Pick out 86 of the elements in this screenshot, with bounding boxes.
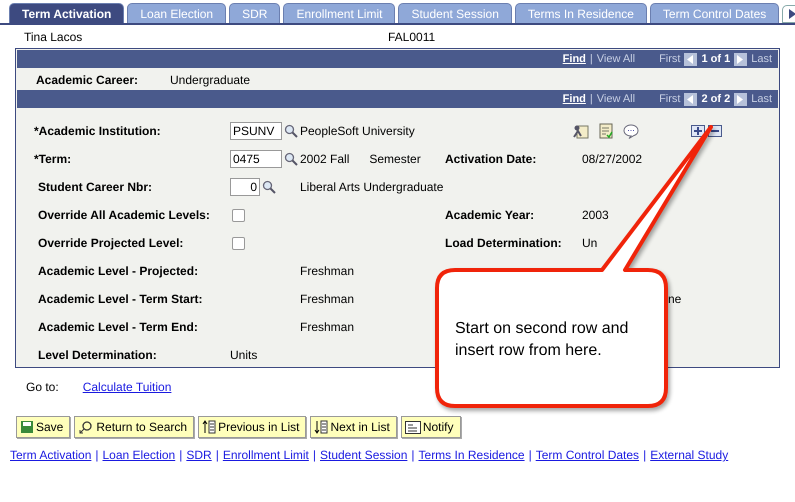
- field-label: Override All Academic Levels:: [37, 208, 211, 222]
- lookup-field[interactable]: 0475: [230, 150, 282, 168]
- field-value: Undergraduate: [170, 73, 250, 85]
- field-value: Units: [230, 348, 258, 362]
- footer-link[interactable]: External Study: [650, 448, 728, 462]
- field-label: Academic Level - Term End:: [37, 320, 199, 334]
- previous-icon[interactable]: [684, 92, 698, 106]
- toolbar-button[interactable]: Previous in List: [198, 416, 306, 438]
- footer-link[interactable]: Enrollment Limit: [222, 448, 309, 462]
- search-icon[interactable]: [284, 124, 298, 138]
- field-label: Academic Career:: [36, 73, 140, 85]
- field-label: Academic Level - Projected:: [37, 264, 200, 278]
- right-arrow-icon: [787, 8, 795, 20]
- field-label: Academic Year:: [445, 208, 536, 222]
- field-description: Freshman: [300, 292, 354, 306]
- student-id: FAL0011: [388, 30, 436, 44]
- goto-label: Go to:: [26, 380, 59, 394]
- footer-link[interactable]: Terms In Residence: [418, 448, 525, 462]
- add-row-button[interactable]: [691, 125, 705, 137]
- callout-text: Start on second row and insert row from here.: [455, 319, 630, 361]
- field-description: Freshman: [300, 264, 354, 278]
- field-label: Student Career Nbr:: [37, 180, 154, 194]
- field-label: Activation Date:: [445, 152, 538, 166]
- last-link[interactable]: Last: [751, 93, 772, 105]
- down-arrow-list-icon: [314, 420, 328, 434]
- plus-icon: [693, 126, 703, 136]
- search-icon[interactable]: [262, 180, 276, 194]
- link-separator: |: [411, 448, 415, 462]
- next-icon[interactable]: [734, 92, 748, 106]
- last-link[interactable]: Last: [751, 53, 772, 65]
- speech-bubble-icon[interactable]: [623, 124, 639, 138]
- footer-link[interactable]: Term Control Dates: [536, 448, 640, 462]
- checklist-icon[interactable]: [599, 123, 613, 139]
- field-description: 2002 Fall: [300, 152, 350, 166]
- checkbox[interactable]: [232, 208, 245, 222]
- toolbar-button[interactable]: Notify: [400, 416, 460, 438]
- checkbox[interactable]: [232, 236, 245, 250]
- toolbar-button[interactable]: Next in List: [310, 416, 397, 438]
- view-all-link[interactable]: View All: [596, 93, 636, 105]
- link-separator: |: [216, 448, 219, 462]
- tab[interactable]: Term Activation: [9, 3, 124, 23]
- field-label: *Academic Institution:: [34, 124, 162, 138]
- link-separator: |: [312, 448, 316, 462]
- field-value: 08/27/2002: [582, 152, 644, 166]
- first-link[interactable]: First: [659, 53, 680, 65]
- first-link[interactable]: First: [659, 93, 680, 105]
- calculate-tuition-link[interactable]: Calculate Tuition: [82, 380, 172, 394]
- link-separator: |: [95, 448, 98, 462]
- link-separator: |: [590, 93, 593, 105]
- field-value: Un: [582, 236, 598, 250]
- student-name: Tina Lacos: [24, 30, 84, 44]
- up-arrow-list-icon: [202, 420, 216, 434]
- field-value: 2003: [582, 208, 610, 222]
- field-description: Liberal Arts Undergraduate: [300, 180, 444, 194]
- person-note-icon[interactable]: [573, 123, 589, 139]
- footer-link[interactable]: Term Activation: [10, 448, 92, 462]
- previous-icon[interactable]: [684, 52, 698, 66]
- envelope-icon: [404, 420, 421, 434]
- footer-link[interactable]: SDR: [186, 448, 212, 462]
- footer-link[interactable]: Student Session: [320, 448, 408, 462]
- footer-link[interactable]: Loan Election: [102, 448, 176, 462]
- field-label: Academic Level - Term Start:: [37, 292, 204, 306]
- field-label: Override Projected Level:: [37, 236, 184, 250]
- find-link[interactable]: Find: [562, 93, 586, 105]
- field-description: Freshman: [300, 320, 354, 334]
- row-counter: 2 of 2: [701, 93, 730, 105]
- field-value: ne: [668, 292, 682, 306]
- view-all-link[interactable]: View All: [596, 53, 636, 65]
- field-label: Load Determination:: [445, 236, 563, 250]
- search-icon: [78, 420, 94, 434]
- field-label: Level Determination:: [37, 348, 158, 362]
- link-separator: |: [643, 448, 646, 462]
- field-description: Semester: [369, 152, 421, 166]
- next-icon[interactable]: [734, 52, 748, 66]
- link-separator: |: [179, 448, 182, 462]
- lookup-field[interactable]: PSUNV: [230, 122, 282, 140]
- toolbar-button[interactable]: Return to Search: [74, 416, 194, 438]
- field-label: *Term:: [34, 152, 72, 166]
- field-description: PeopleSoft University: [300, 124, 415, 138]
- link-separator: |: [590, 53, 593, 65]
- find-link[interactable]: Find: [562, 53, 586, 65]
- lookup-field[interactable]: 0: [230, 178, 260, 196]
- row-counter: 1 of 1: [701, 53, 730, 65]
- link-separator: |: [528, 448, 532, 462]
- search-icon[interactable]: [284, 152, 298, 166]
- toolbar-button[interactable]: Save: [16, 416, 70, 438]
